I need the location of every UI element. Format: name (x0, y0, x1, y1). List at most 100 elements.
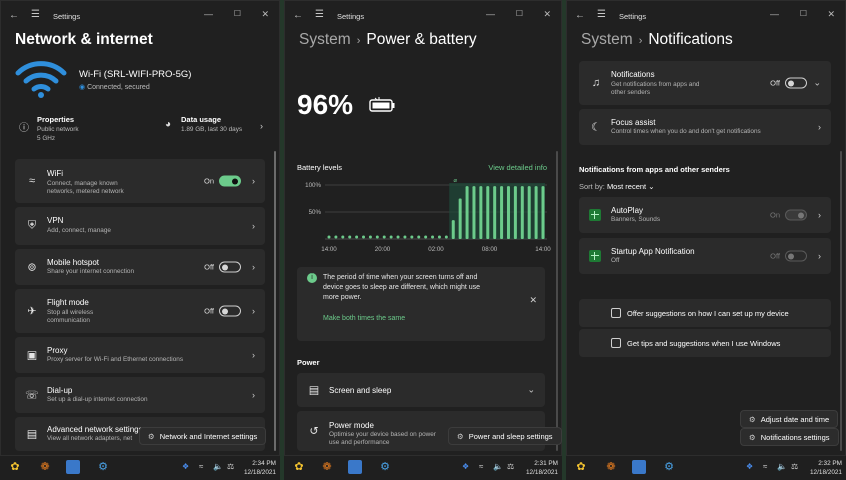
offer-suggestions-checkbox[interactable] (611, 308, 621, 318)
clock-time: 2:34 PM (252, 460, 276, 467)
app-tiles-icon[interactable] (632, 460, 646, 474)
dropbox-icon[interactable]: ❖ (746, 462, 753, 471)
start-flower-icon[interactable]: ✿ (574, 460, 588, 474)
dropbox-icon[interactable]: ❖ (182, 462, 189, 471)
chart-point (431, 235, 435, 239)
tips-suggestions-item[interactable]: Get tips and suggestions when I use Wind… (579, 329, 831, 357)
app-gear-icon[interactable]: ⚙ (378, 460, 392, 474)
scrollbar[interactable] (840, 151, 842, 451)
hamburger-menu-icon[interactable]: ☰ (597, 9, 606, 20)
taskbar-clock[interactable]: 2:32 PM 12/18/2021 (810, 459, 842, 477)
minimize-button[interactable]: — (204, 9, 213, 19)
back-arrow-icon[interactable]: ← (293, 10, 303, 21)
app-flower-icon[interactable]: ❁ (320, 460, 334, 474)
taskbar-clock[interactable]: 2:34 PM 12/18/2021 (244, 459, 276, 477)
volume-icon[interactable]: 🔈 (777, 462, 787, 471)
tray-wifi-icon[interactable]: ≈ (479, 462, 483, 471)
app-flower-icon[interactable]: ❁ (38, 460, 52, 474)
adjust-date-time-popup[interactable]: ⚙ Adjust date and time (740, 410, 839, 428)
page-title: System › Power & battery (299, 31, 477, 49)
minimize-button[interactable]: — (770, 9, 779, 19)
scrollbar[interactable] (556, 151, 558, 451)
maximize-button[interactable]: ☐ (800, 9, 807, 18)
item-title: AutoPlay (611, 206, 644, 215)
startup-app-toggle[interactable]: Off (770, 250, 807, 262)
volume-icon[interactable]: 🔈 (213, 462, 223, 471)
app-tiles-icon[interactable] (348, 460, 362, 474)
mobile-hotspot-item[interactable]: ⊚ Mobile hotspot Share your internet con… (15, 249, 265, 285)
power-settings-popup[interactable]: ⚙ Power and sleep settings (448, 427, 562, 445)
notifications-toggle[interactable]: Off (770, 77, 807, 89)
power-section-heading: Power (297, 358, 320, 367)
app-flower-icon[interactable]: ❁ (604, 460, 618, 474)
network-settings-popup[interactable]: ⚙ Network and Internet settings (139, 427, 267, 445)
view-detailed-info-link[interactable]: View detailed info (488, 163, 547, 172)
focus-assist-item[interactable]: ☾ Focus assist Control times when you do… (579, 109, 831, 145)
minimize-button[interactable]: — (486, 9, 495, 19)
chevron-right-icon: › (818, 210, 821, 220)
volume-icon[interactable]: 🔈 (493, 462, 503, 471)
autoplay-app-item[interactable]: AutoPlay Banners, Sounds On › (579, 197, 831, 233)
make-times-same-link[interactable]: Make both times the same (323, 315, 405, 322)
maximize-button[interactable]: ☐ (234, 9, 241, 18)
chart-bar (472, 186, 476, 239)
notifications-settings-popup[interactable]: ⚙ Notifications settings (740, 428, 839, 446)
data-usage-link[interactable]: ◕ Data usage 1.89 GB, last 30 days › (161, 113, 267, 145)
breadcrumb-parent[interactable]: System (299, 31, 351, 48)
sort-by-control[interactable]: Sort by: Most recent ⌄ (579, 182, 655, 191)
startup-app-notification-item[interactable]: Startup App Notification Off Off › (579, 238, 831, 274)
breadcrumb-parent[interactable]: System (581, 31, 633, 48)
offer-suggestions-item[interactable]: Offer suggestions on how I can set up my… (579, 299, 831, 327)
dial-up-item[interactable]: ☏ Dial-up Set up a dial-up internet conn… (15, 377, 265, 413)
flight-mode-item[interactable]: ✈ Flight mode Stop all wireless communica… (15, 289, 265, 333)
vpn-item[interactable]: ⛨ VPN Add, connect, manage › (15, 207, 265, 245)
maximize-button[interactable]: ☐ (516, 9, 523, 18)
dropbox-icon[interactable]: ❖ (462, 462, 469, 471)
chart-x-tick-label: 14:00 (321, 246, 337, 253)
page-title: System › Notifications (581, 31, 733, 49)
toggle-switch[interactable] (785, 250, 807, 262)
autoplay-toggle[interactable]: On (770, 209, 807, 221)
close-icon[interactable]: ✕ (529, 295, 537, 306)
tray-wifi-icon[interactable]: ≈ (763, 462, 767, 471)
app-gear-icon[interactable]: ⚙ (662, 460, 676, 474)
hotspot-toggle[interactable]: Off (204, 261, 241, 273)
tray-app-icon[interactable]: ⚖ (507, 462, 514, 471)
close-button[interactable]: ✕ (543, 9, 551, 20)
app-gear-icon[interactable]: ⚙ (96, 460, 110, 474)
toggle-switch[interactable] (785, 77, 807, 89)
app-tiles-icon[interactable] (66, 460, 80, 474)
properties-link[interactable]: ⓘ Properties Public network 5 GHz (15, 113, 145, 145)
tray-wifi-icon[interactable]: ≈ (199, 462, 203, 471)
back-arrow-icon[interactable]: ← (9, 10, 19, 21)
hamburger-menu-icon[interactable]: ☰ (315, 9, 324, 20)
toggle-switch[interactable] (219, 305, 241, 317)
hamburger-menu-icon[interactable]: ☰ (31, 9, 40, 20)
properties-network: Public network (37, 126, 79, 133)
bell-icon: ♫ (591, 77, 601, 89)
wifi-settings-item[interactable]: ≈ WiFi Connect, manage known networks, me… (15, 159, 265, 203)
item-subtitle: Stop all wireless communication (47, 309, 93, 325)
toggle-switch[interactable] (785, 209, 807, 221)
notifications-item[interactable]: ♫ Notifications Get notifications from a… (579, 61, 831, 105)
taskbar-1: ✿ ❁ ⚙ ❖ ≈ 🔈 ⚖ 2:34 PM 12/18/2021 (0, 456, 280, 480)
close-button[interactable]: ✕ (827, 9, 835, 20)
flight-mode-toggle[interactable]: Off (204, 305, 241, 317)
start-flower-icon[interactable]: ✿ (292, 460, 306, 474)
tray-app-icon[interactable]: ⚖ (791, 462, 798, 471)
toggle-switch[interactable] (219, 261, 241, 273)
start-flower-icon[interactable]: ✿ (8, 460, 22, 474)
item-subtitle-line2: communication (47, 317, 90, 324)
taskbar-clock[interactable]: 2:31 PM 12/18/2021 (526, 459, 558, 477)
toggle-switch[interactable] (219, 175, 241, 187)
back-arrow-icon[interactable]: ← (575, 10, 585, 21)
proxy-item[interactable]: ▣ Proxy Proxy server for Wi-Fi and Ether… (15, 337, 265, 373)
screen-and-sleep-item[interactable]: ▤ Screen and sleep ⌄ (297, 373, 545, 407)
close-button[interactable]: ✕ (261, 9, 269, 20)
wifi-toggle[interactable]: On (204, 175, 241, 187)
tips-suggestions-checkbox[interactable] (611, 338, 621, 348)
tray-app-icon[interactable]: ⚖ (227, 462, 234, 471)
notice-text-line3: more power. (323, 294, 362, 301)
breadcrumb-current: Power & battery (366, 31, 477, 48)
scrollbar[interactable] (274, 151, 276, 451)
